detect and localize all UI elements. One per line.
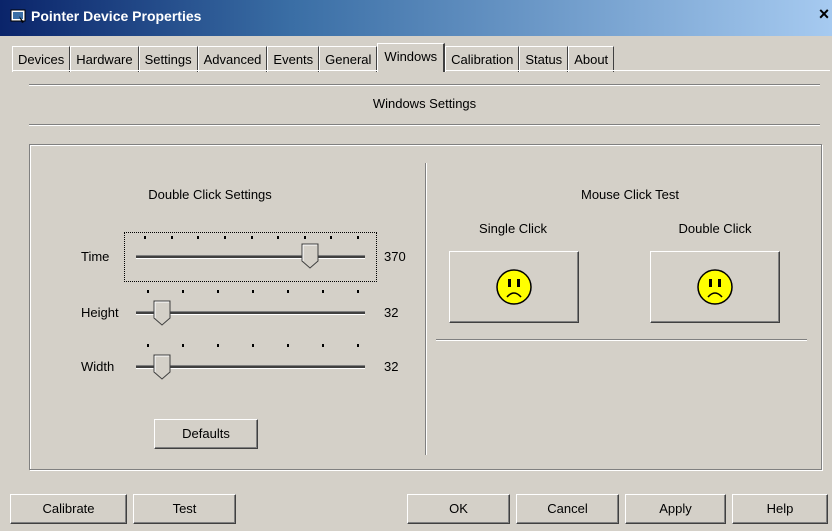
sad-face-icon <box>697 269 733 305</box>
width-label: Width <box>81 359 115 374</box>
slider-tick <box>144 236 146 239</box>
slider-tick <box>303 236 306 239</box>
slider-tick <box>357 236 359 239</box>
tab-label: Events <box>273 52 314 67</box>
width-slider-thumb[interactable] <box>153 354 171 380</box>
panel-heading: Windows Settings <box>372 96 477 111</box>
slider-tick <box>170 236 173 239</box>
ok-button[interactable]: OK <box>407 494 510 524</box>
tab-label: About <box>574 52 609 67</box>
slider-tick <box>147 344 149 347</box>
calibrate-button[interactable]: Calibrate <box>10 494 127 524</box>
slider-tick <box>223 236 226 239</box>
slider-tick <box>322 290 324 293</box>
divider <box>29 124 820 126</box>
time-slider-track[interactable] <box>136 255 365 259</box>
slider-tick <box>357 290 359 293</box>
tab-hardware[interactable]: Hardware <box>70 46 139 72</box>
slider-tick <box>287 290 289 293</box>
height-value: 32 <box>384 305 399 320</box>
slider-tick <box>182 344 184 347</box>
tab-devices[interactable]: Devices <box>12 46 71 72</box>
vertical-divider <box>425 163 427 455</box>
slider-tick <box>322 344 324 347</box>
tab-label: Windows <box>384 49 438 64</box>
slider-tick <box>217 290 219 293</box>
slider-tick <box>330 236 333 239</box>
slider-tick <box>197 236 200 239</box>
tab-about[interactable]: About <box>568 46 615 72</box>
defaults-button[interactable]: Defaults <box>154 419 258 449</box>
sad-face-icon <box>496 269 532 305</box>
tab-windows[interactable]: Windows <box>377 43 446 72</box>
tab-label: Advanced <box>203 52 262 67</box>
tab-label: Hardware <box>76 52 133 67</box>
test-button[interactable]: Test <box>133 494 236 524</box>
width-value: 32 <box>384 359 399 374</box>
tab-settings[interactable]: Settings <box>138 46 198 72</box>
slider-tick <box>250 236 253 239</box>
height-slider-thumb[interactable] <box>153 300 171 326</box>
height-label: Height <box>81 305 119 320</box>
slider-tick <box>217 344 219 347</box>
tab-events[interactable]: Events <box>267 46 320 72</box>
divider <box>29 84 820 86</box>
title-bar: Pointer Device Properties × <box>0 0 832 36</box>
tab-label: Settings <box>144 52 192 67</box>
slider-tick <box>357 344 359 347</box>
time-slider-thumb[interactable] <box>301 243 319 269</box>
tab-general[interactable]: General <box>319 46 378 72</box>
tab-advanced[interactable]: Advanced <box>197 46 268 72</box>
slider-tick <box>287 344 289 347</box>
slider-tick <box>182 290 184 293</box>
single-click-label: Single Click <box>479 221 547 236</box>
cancel-button[interactable]: Cancel <box>516 494 619 524</box>
slider-tick <box>147 290 149 293</box>
close-icon[interactable]: × <box>816 4 832 24</box>
tab-label: Calibration <box>451 52 514 67</box>
window-icon <box>10 9 26 23</box>
window-title: Pointer Device Properties <box>31 8 202 24</box>
double-click-label: Double Click <box>678 221 752 236</box>
tab-strip: Devices Hardware Settings Advanced Event… <box>12 43 615 72</box>
help-button[interactable]: Help <box>732 494 828 524</box>
slider-tick <box>252 344 254 347</box>
tab-label: Devices <box>18 52 65 67</box>
divider <box>436 339 807 341</box>
tab-label: Status <box>525 52 563 67</box>
time-label: Time <box>81 249 110 264</box>
mouse-test-title: Mouse Click Test <box>580 187 679 202</box>
tab-status[interactable]: Status <box>519 46 569 72</box>
apply-button[interactable]: Apply <box>625 494 726 524</box>
double-click-title: Double Click Settings <box>148 187 272 202</box>
single-click-button[interactable] <box>449 251 579 323</box>
slider-tick <box>277 236 280 239</box>
double-click-button[interactable] <box>650 251 780 323</box>
time-value: 370 <box>384 249 406 264</box>
tab-calibration[interactable]: Calibration <box>445 46 520 72</box>
slider-tick <box>252 290 254 293</box>
tab-label: General <box>325 52 372 67</box>
